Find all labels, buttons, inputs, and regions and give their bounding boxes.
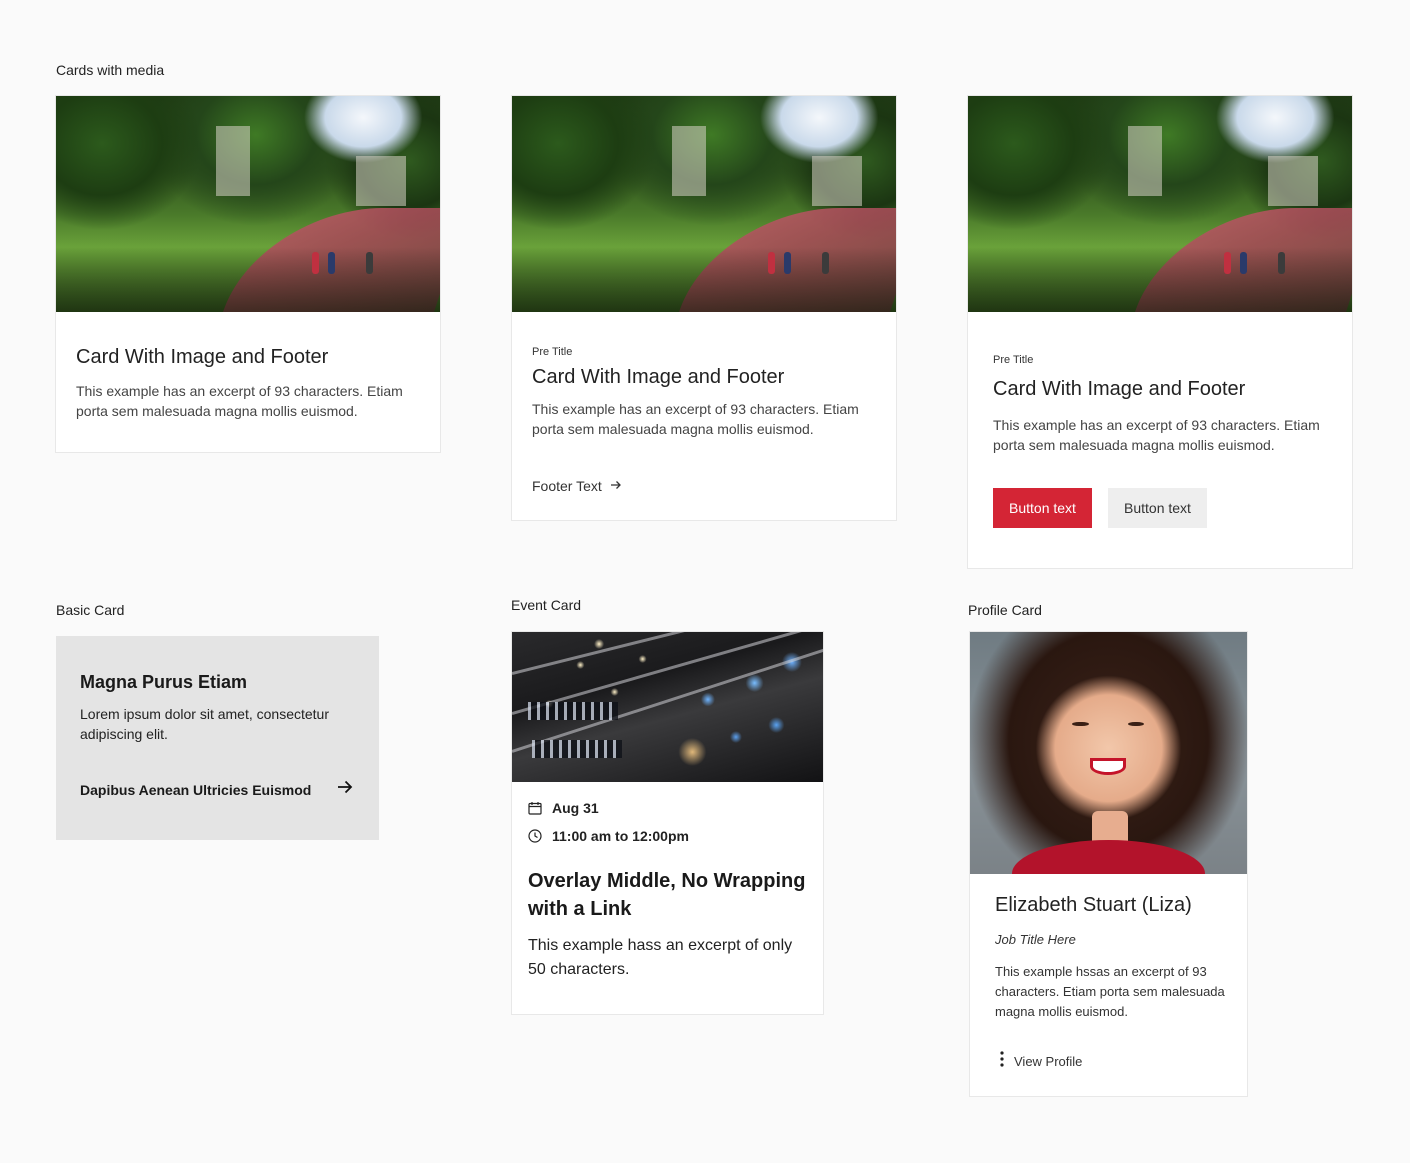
card-title: Card With Image and Footer bbox=[993, 378, 1246, 400]
card-excerpt: This example has an excerpt of 93 charac… bbox=[76, 383, 403, 419]
media-card-3[interactable]: Pre Title Card With Image and Footer Thi… bbox=[967, 95, 1353, 569]
card-title: Card With Image and Footer bbox=[76, 346, 329, 368]
profile-card[interactable]: Elizabeth Stuart (Liza) Job Title Here T… bbox=[969, 631, 1248, 1097]
view-profile-link[interactable]: View Profile bbox=[1000, 1051, 1082, 1072]
section-label-event-card: Event Card bbox=[511, 597, 582, 613]
arrow-right-icon bbox=[610, 478, 622, 494]
card-excerpt: This example has an excerpt of 93 charac… bbox=[993, 417, 1320, 453]
clock-icon bbox=[528, 829, 542, 843]
basic-card-text: Lorem ipsum dolor sit amet, consectetur … bbox=[80, 706, 329, 742]
card-image bbox=[512, 96, 896, 312]
section-label-cards-with-media: Cards with media bbox=[56, 62, 165, 78]
media-card-2[interactable]: Pre Title Card With Image and Footer Thi… bbox=[511, 95, 897, 521]
profile-excerpt: This example hssas an excerpt of 93 char… bbox=[995, 964, 1225, 1019]
calendar-icon bbox=[528, 801, 542, 815]
basic-card-title: Magna Purus Etiam bbox=[80, 672, 248, 692]
basic-card-link-text: Dapibus Aenean Ultricies Euismod bbox=[80, 781, 312, 798]
basic-card-link[interactable]: Dapibus Aenean Ultricies Euismod bbox=[80, 778, 354, 801]
kebab-menu-icon bbox=[1000, 1051, 1004, 1072]
card-excerpt: This example has an excerpt of 93 charac… bbox=[532, 401, 859, 437]
view-profile-text: View Profile bbox=[1014, 1054, 1083, 1069]
section-label-basic-card: Basic Card bbox=[56, 602, 125, 618]
basic-card[interactable]: Magna Purus Etiam Lorem ipsum dolor sit … bbox=[56, 636, 379, 840]
card-footer-link[interactable]: Footer Text bbox=[532, 478, 622, 494]
media-card-1[interactable]: Card With Image and Footer This example … bbox=[55, 95, 441, 453]
card-pretitle: Pre Title bbox=[993, 354, 1034, 366]
profile-name: Elizabeth Stuart (Liza) bbox=[995, 894, 1192, 916]
event-excerpt: This example hass an excerpt of only 50 … bbox=[528, 937, 793, 978]
card-image bbox=[968, 96, 1352, 312]
footer-text: Footer Text bbox=[532, 478, 602, 494]
secondary-button[interactable]: Button text bbox=[1108, 488, 1207, 528]
event-date: Aug 31 bbox=[552, 800, 599, 816]
card-pretitle: Pre Title bbox=[532, 346, 573, 358]
event-card[interactable]: Aug 31 11:00 am to 12:00pm Overlay Middl… bbox=[511, 631, 824, 1015]
card-image bbox=[56, 96, 440, 312]
event-title-link[interactable]: Overlay Middle, No Wrapping with a Link bbox=[528, 867, 808, 923]
event-time: 11:00 am to 12:00pm bbox=[552, 828, 689, 844]
primary-button[interactable]: Button text bbox=[993, 488, 1092, 528]
profile-job-title: Job Title Here bbox=[995, 932, 1076, 947]
profile-photo bbox=[970, 632, 1247, 874]
event-image bbox=[512, 632, 823, 782]
card-title: Card With Image and Footer bbox=[532, 366, 785, 388]
arrow-right-icon bbox=[336, 778, 354, 801]
section-label-profile-card: Profile Card bbox=[968, 602, 1042, 618]
